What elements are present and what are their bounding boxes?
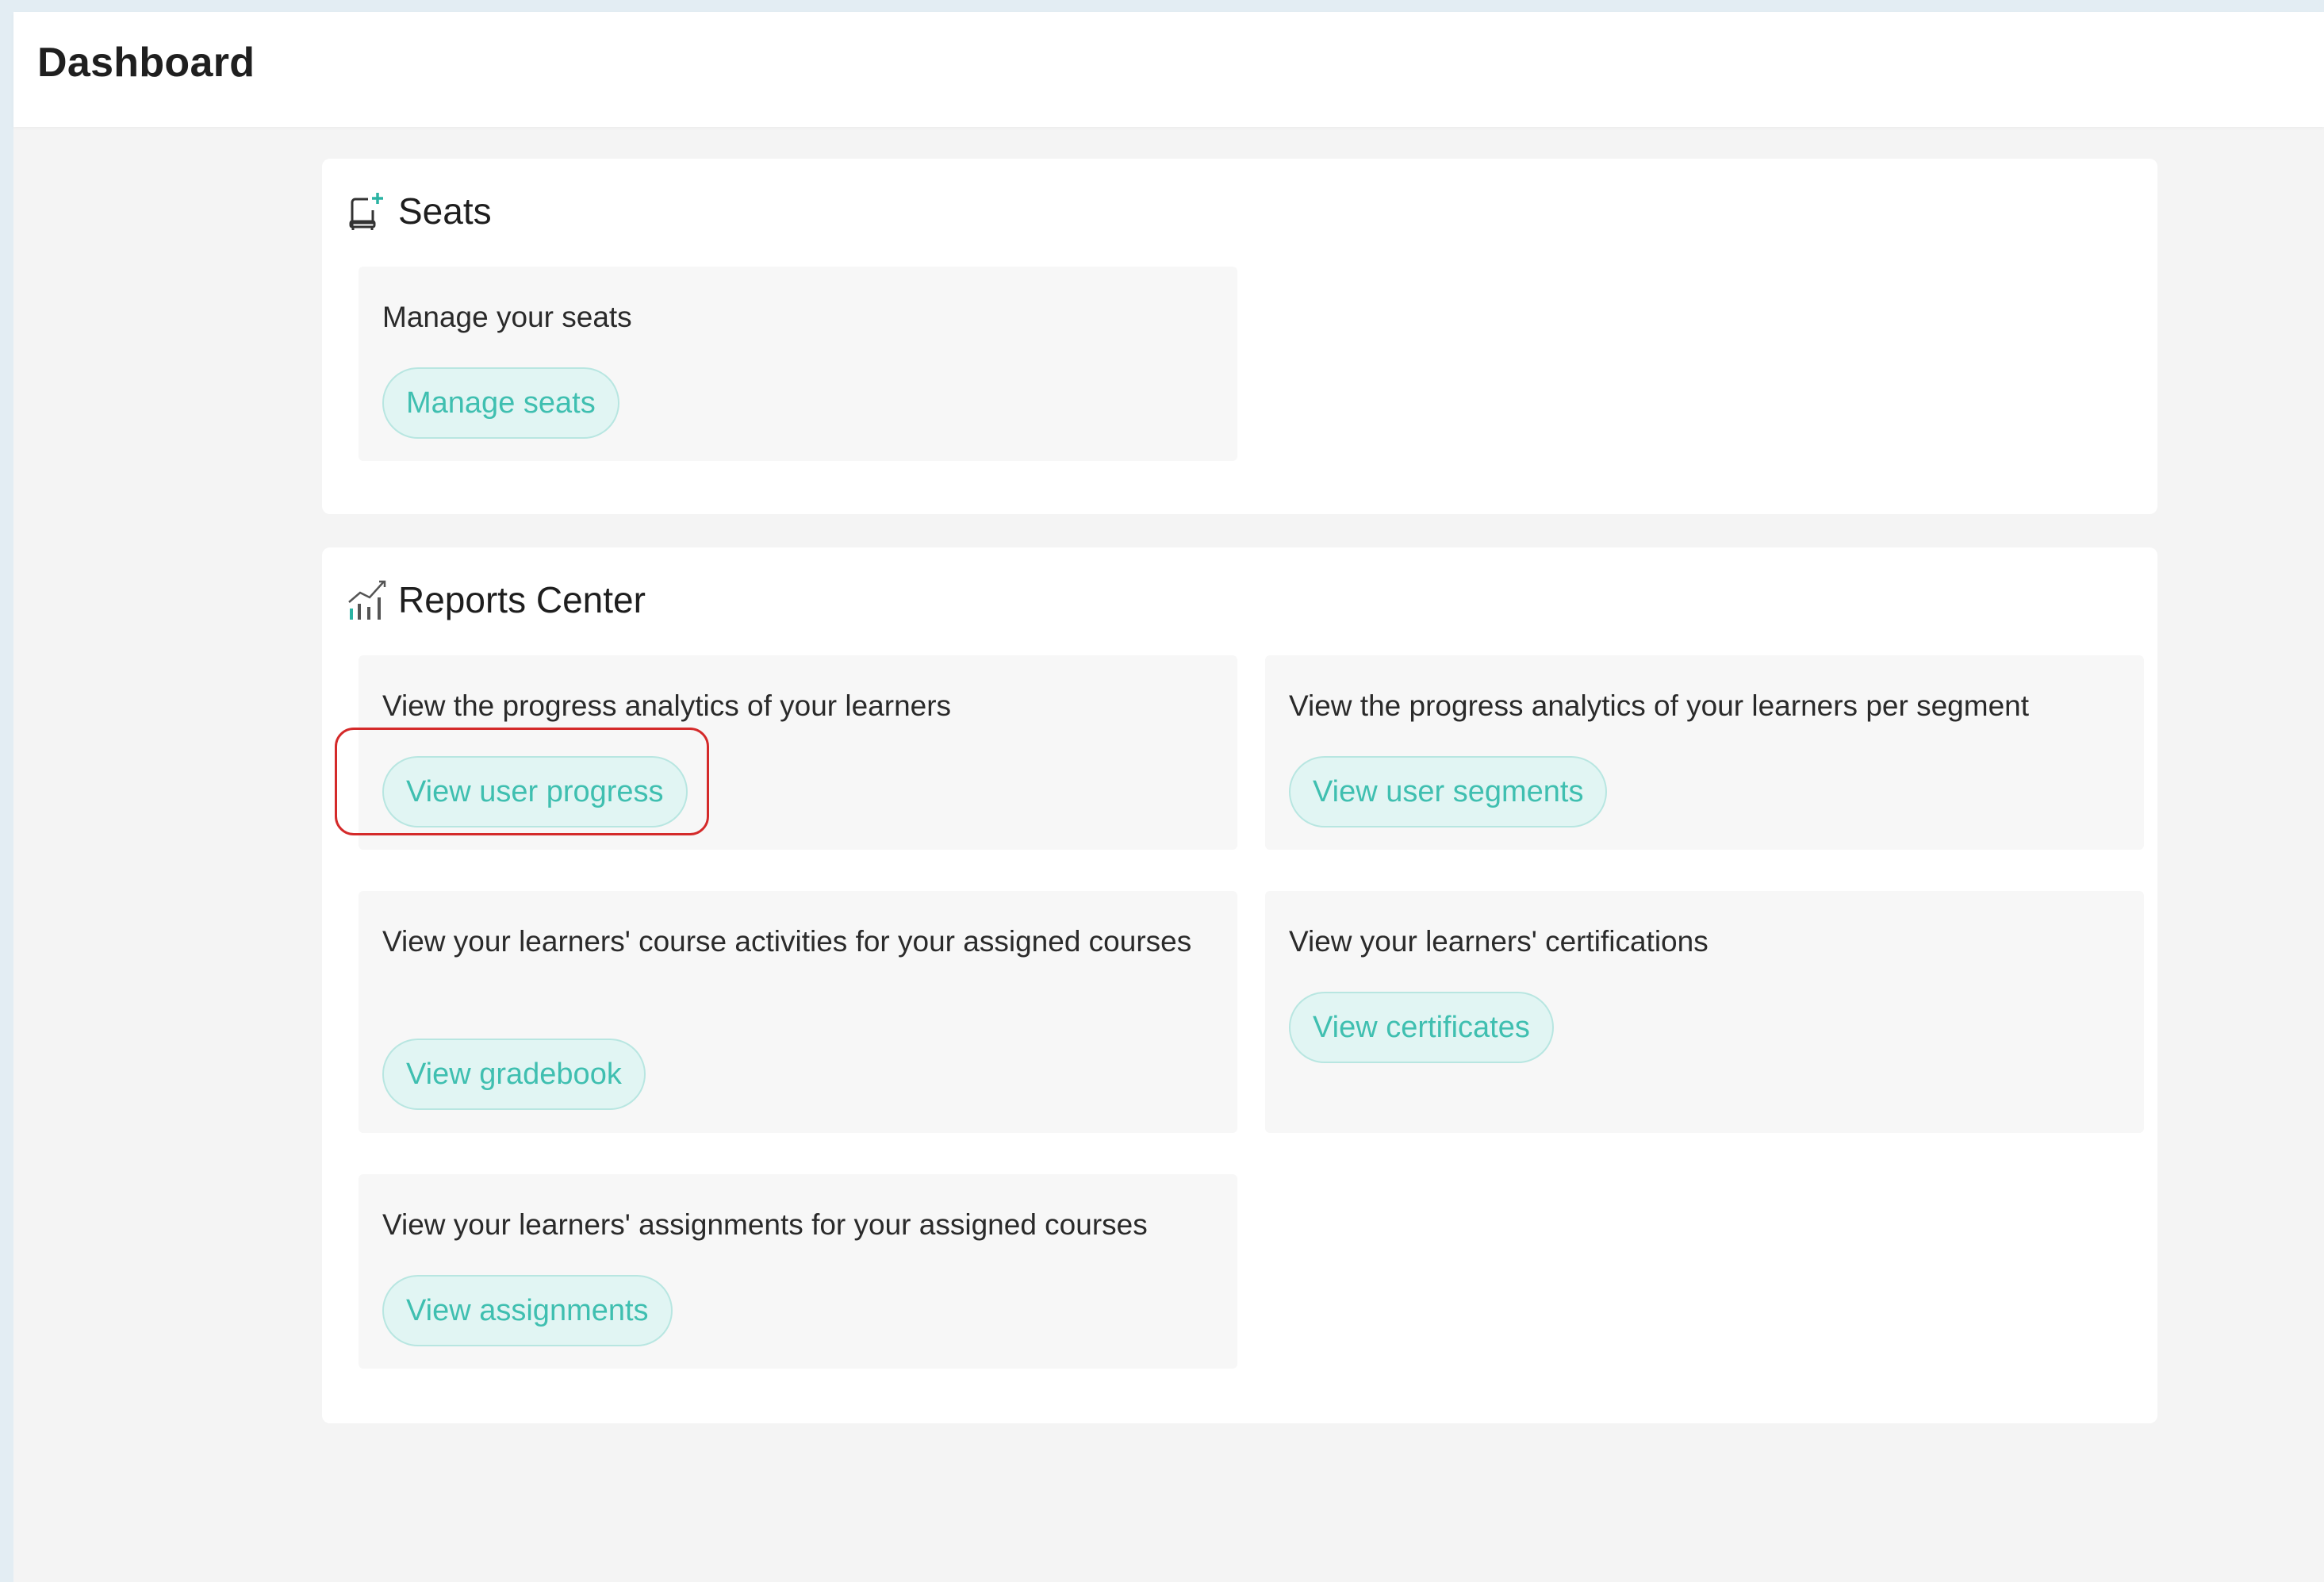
certificates-card: View your learners' certifications View …: [1265, 891, 2144, 1133]
bar-chart-trend-icon: [346, 578, 389, 621]
seat-add-icon: [346, 190, 389, 232]
page-title: Dashboard: [37, 40, 255, 86]
reports-section-header: Reports Center: [346, 576, 646, 624]
reports-center-section: Reports Center View the progress analyti…: [322, 547, 2157, 1423]
reports-section-title: Reports Center: [398, 579, 646, 620]
card-description: View the progress analytics of your lear…: [382, 689, 952, 722]
app-frame: Dashboard Seats Manage your seats Manage…: [13, 12, 2324, 1582]
card-description: View your learners' assignments for your…: [382, 1208, 1148, 1241]
view-gradebook-button[interactable]: View gradebook: [382, 1039, 646, 1110]
gradebook-card: View your learners' course activities fo…: [359, 891, 1237, 1133]
seats-section-title: Seats: [398, 190, 492, 232]
view-assignments-button[interactable]: View assignments: [382, 1275, 673, 1346]
manage-seats-card: Manage your seats Manage seats: [359, 267, 1237, 461]
assignments-card: View your learners' assignments for your…: [359, 1174, 1237, 1369]
highlight-annotation: [335, 728, 709, 835]
card-description: View the progress analytics of your lear…: [1289, 689, 2030, 722]
view-certificates-button[interactable]: View certificates: [1289, 992, 1554, 1063]
seats-section: Seats Manage your seats Manage seats: [322, 159, 2157, 514]
view-user-segments-button[interactable]: View user segments: [1289, 756, 1608, 827]
user-segments-card: View the progress analytics of your lear…: [1265, 655, 2144, 850]
seats-section-header: Seats: [346, 187, 492, 235]
top-header: Dashboard: [13, 12, 2324, 127]
card-description: View your learners' course activities fo…: [382, 925, 1192, 958]
manage-seats-button[interactable]: Manage seats: [382, 367, 619, 439]
card-description: View your learners' certifications: [1289, 925, 1708, 958]
card-description: Manage your seats: [382, 301, 632, 333]
